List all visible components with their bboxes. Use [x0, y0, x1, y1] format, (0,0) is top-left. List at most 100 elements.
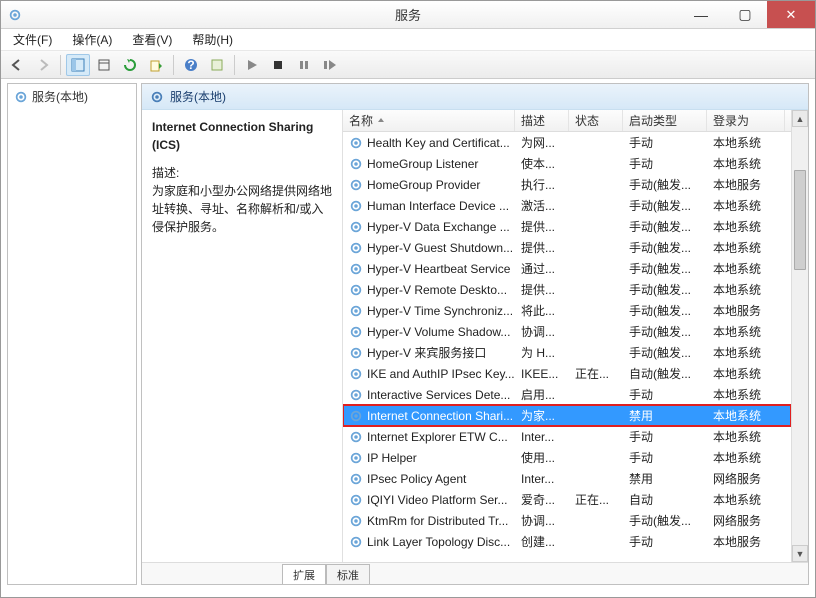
forward-button[interactable]: [31, 54, 55, 76]
show-hide-tree-button[interactable]: [66, 54, 90, 76]
gear-icon: [349, 325, 363, 339]
scroll-down-button[interactable]: ▼: [792, 545, 808, 562]
gear-icon: [349, 409, 363, 423]
cell-name: Hyper-V Guest Shutdown...: [343, 241, 515, 255]
cell-logon: 本地系统: [707, 260, 785, 277]
service-name-text: IQIYI Video Platform Ser...: [367, 493, 508, 507]
cell-logon: 本地系统: [707, 239, 785, 256]
cell-logon: 本地服务: [707, 176, 785, 193]
cell-startup: 手动(触发...: [623, 344, 707, 361]
cell-desc: 爱奇...: [515, 491, 569, 508]
help-button[interactable]: ?: [179, 54, 203, 76]
cell-desc: 通过...: [515, 260, 569, 277]
cell-logon: 本地系统: [707, 344, 785, 361]
nav-root-item[interactable]: 服务(本地): [8, 84, 136, 109]
table-row[interactable]: IQIYI Video Platform Ser...爱奇...正在...自动本…: [343, 489, 791, 510]
titlebar: 服务 — ▢ ✕: [1, 1, 815, 29]
maximize-button[interactable]: ▢: [723, 1, 767, 28]
cell-status: 正在...: [569, 491, 623, 508]
stop-service-button[interactable]: [266, 54, 290, 76]
service-name-text: IPsec Policy Agent: [367, 472, 466, 486]
col-logon[interactable]: 登录为: [707, 110, 785, 131]
cell-startup: 手动(触发...: [623, 218, 707, 235]
table-row[interactable]: Hyper-V Time Synchroniz...将此...手动(触发...本…: [343, 300, 791, 321]
service-name-text: IKE and AuthIP IPsec Key...: [367, 367, 515, 381]
table-row[interactable]: Hyper-V 来宾服务接口为 H...手动(触发...本地系统: [343, 342, 791, 363]
cell-logon: 本地服务: [707, 533, 785, 550]
table-row[interactable]: Internet Explorer ETW C...Inter...手动本地系统: [343, 426, 791, 447]
table-row[interactable]: HomeGroup Provider执行...手动(触发...本地服务: [343, 174, 791, 195]
cell-startup: 手动(触发...: [623, 281, 707, 298]
main-pane: 服务(本地) Internet Connection Sharing (ICS)…: [141, 83, 809, 585]
table-row[interactable]: Internet Connection Shari...为家...禁用本地系统: [343, 405, 791, 426]
service-name-text: Human Interface Device ...: [367, 199, 509, 213]
scrollbar[interactable]: ▲ ▼: [791, 110, 808, 562]
service-name-text: Internet Explorer ETW C...: [367, 430, 508, 444]
menu-help[interactable]: 帮助(H): [186, 29, 239, 50]
table-row[interactable]: IKE and AuthIP IPsec Key...IKEE...正在...自…: [343, 363, 791, 384]
scroll-thumb[interactable]: [794, 170, 806, 270]
cell-startup: 手动(触发...: [623, 260, 707, 277]
pause-service-button[interactable]: [292, 54, 316, 76]
back-button[interactable]: [5, 54, 29, 76]
cell-logon: 本地系统: [707, 323, 785, 340]
restart-service-button[interactable]: [318, 54, 342, 76]
col-startup[interactable]: 启动类型: [623, 110, 707, 131]
detail-pane: Internet Connection Sharing (ICS) 描述: 为家…: [142, 110, 342, 562]
close-button[interactable]: ✕: [767, 1, 815, 28]
table-row[interactable]: Health Key and Certificat...为网...手动本地系统: [343, 132, 791, 153]
gear-icon: [349, 178, 363, 192]
scroll-up-button[interactable]: ▲: [792, 110, 808, 127]
col-status[interactable]: 状态: [569, 110, 623, 131]
start-service-button[interactable]: [240, 54, 264, 76]
cell-desc: 提供...: [515, 218, 569, 235]
table-row[interactable]: Hyper-V Remote Deskto...提供...手动(触发...本地系…: [343, 279, 791, 300]
cell-name: HomeGroup Listener: [343, 157, 515, 171]
service-name-text: Interactive Services Dete...: [367, 388, 510, 402]
tab-extended[interactable]: 扩展: [282, 564, 326, 585]
cell-logon: 本地系统: [707, 428, 785, 445]
service-name-text: Health Key and Certificat...: [367, 136, 510, 150]
export-button[interactable]: [144, 54, 168, 76]
gear-icon: [349, 472, 363, 486]
service-name-text: Hyper-V Guest Shutdown...: [367, 241, 513, 255]
table-row[interactable]: Hyper-V Volume Shadow...协调...手动(触发...本地系…: [343, 321, 791, 342]
table-row[interactable]: Human Interface Device ...激活...手动(触发...本…: [343, 195, 791, 216]
service-name-text: KtmRm for Distributed Tr...: [367, 514, 508, 528]
table-row[interactable]: Link Layer Topology Disc...创建...手动本地服务: [343, 531, 791, 552]
table-row[interactable]: Hyper-V Data Exchange ...提供...手动(触发...本地…: [343, 216, 791, 237]
cell-startup: 手动(触发...: [623, 323, 707, 340]
properties-button[interactable]: [92, 54, 116, 76]
gear-icon: [349, 136, 363, 150]
cell-name: IPsec Policy Agent: [343, 472, 515, 486]
menu-action[interactable]: 操作(A): [66, 29, 118, 50]
refresh-button[interactable]: [118, 54, 142, 76]
col-desc[interactable]: 描述: [515, 110, 569, 131]
menu-file[interactable]: 文件(F): [7, 29, 58, 50]
cell-logon: 本地服务: [707, 302, 785, 319]
col-name[interactable]: 名称: [343, 110, 515, 131]
service-name-text: IP Helper: [367, 451, 417, 465]
cell-desc: 使本...: [515, 155, 569, 172]
cell-desc: 协调...: [515, 323, 569, 340]
cell-startup: 手动(触发...: [623, 239, 707, 256]
detail-title: Internet Connection Sharing (ICS): [152, 118, 332, 154]
bottom-tabs: 扩展 标准: [142, 562, 808, 584]
main-header-label: 服务(本地): [170, 88, 226, 105]
separator: [234, 55, 235, 75]
main-header: 服务(本地): [142, 84, 808, 110]
table-row[interactable]: HomeGroup Listener使本...手动本地系统: [343, 153, 791, 174]
minimize-button[interactable]: —: [679, 1, 723, 28]
gear-icon: [349, 346, 363, 360]
cell-name: Internet Connection Shari...: [343, 409, 515, 423]
table-row[interactable]: Hyper-V Guest Shutdown...提供... 手动(触发...本地…: [343, 237, 791, 258]
table-row[interactable]: Interactive Services Dete...启用...手动本地系统: [343, 384, 791, 405]
tab-standard[interactable]: 标准: [326, 564, 370, 585]
menu-view[interactable]: 查看(V): [126, 29, 178, 50]
table-row[interactable]: Hyper-V Heartbeat Service通过...手动(触发...本地…: [343, 258, 791, 279]
table-row[interactable]: KtmRm for Distributed Tr...协调...手动(触发...…: [343, 510, 791, 531]
cell-desc: 提供...: [515, 239, 569, 256]
table-row[interactable]: IP Helper使用...手动本地系统: [343, 447, 791, 468]
toolbar-icon[interactable]: [205, 54, 229, 76]
table-row[interactable]: IPsec Policy AgentInter...禁用网络服务: [343, 468, 791, 489]
